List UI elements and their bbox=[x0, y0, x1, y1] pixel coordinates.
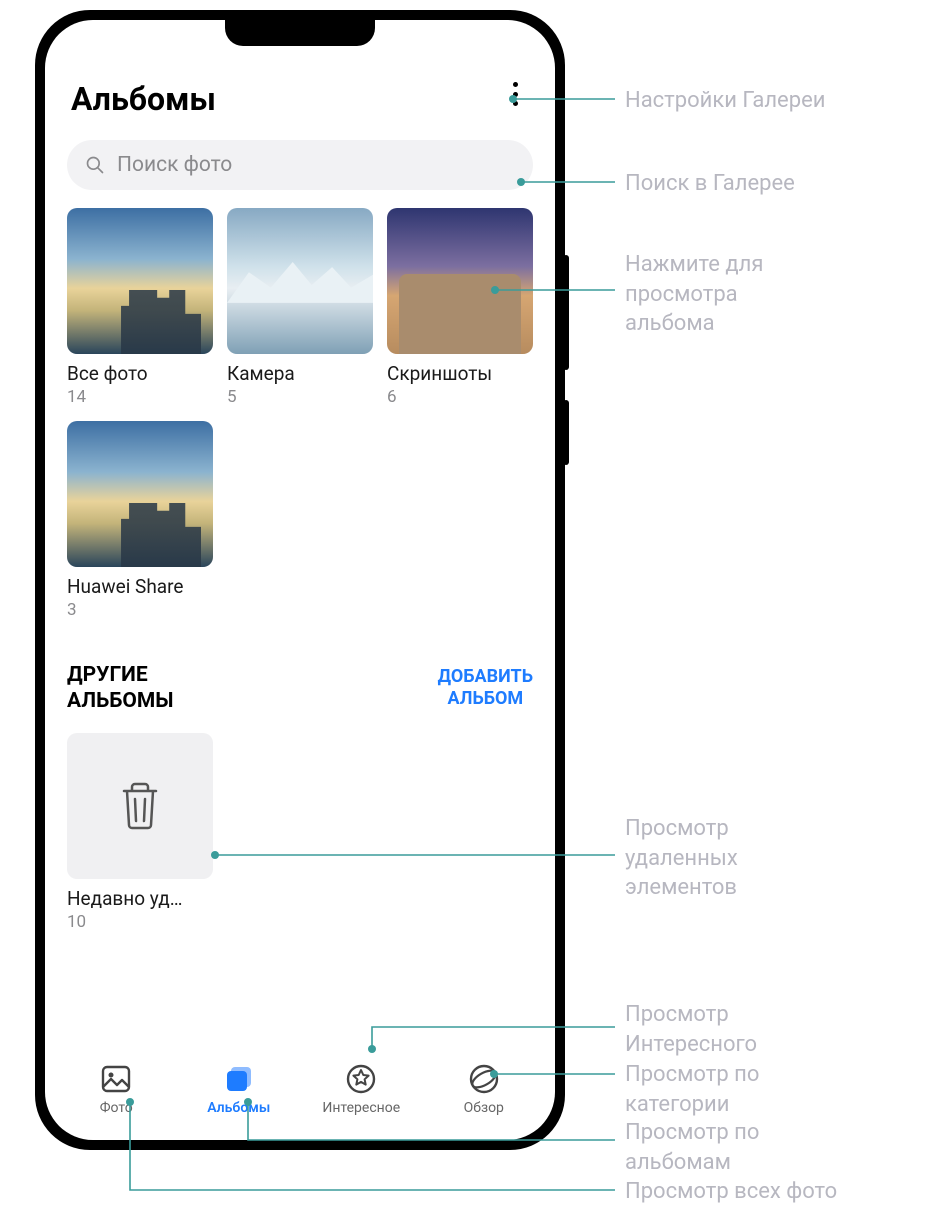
volume-button bbox=[563, 255, 569, 370]
album-item[interactable]: Скриншоты 6 bbox=[387, 208, 533, 407]
nav-label: Интересное bbox=[322, 1100, 400, 1116]
trash-thumbnail bbox=[67, 733, 213, 879]
screen-content: Альбомы Поиск фото Все фото 14 bbox=[45, 20, 555, 1052]
photos-icon bbox=[99, 1062, 133, 1096]
trash-icon bbox=[118, 781, 162, 831]
albums-icon bbox=[222, 1062, 256, 1096]
discover-icon bbox=[467, 1062, 501, 1096]
callout-categories: Просмотр по категории bbox=[625, 1060, 759, 1119]
more-menu-icon[interactable] bbox=[501, 80, 529, 108]
album-count: 3 bbox=[67, 600, 213, 620]
phone-frame: Альбомы Поиск фото Все фото 14 bbox=[35, 10, 565, 1150]
nav-label: Фото bbox=[100, 1100, 133, 1116]
album-name: Скриншоты bbox=[387, 362, 533, 385]
album-item[interactable]: Huawei Share 3 bbox=[67, 421, 213, 620]
album-count: 5 bbox=[227, 387, 373, 407]
album-count: 14 bbox=[67, 387, 213, 407]
album-count: 6 bbox=[387, 387, 533, 407]
other-albums-title: ДРУГИЕ АЛЬБОМЫ bbox=[67, 662, 174, 715]
page-title: Альбомы bbox=[71, 80, 216, 118]
album-grid: Все фото 14 Камера 5 Скриншоты 6 Huawei … bbox=[67, 208, 533, 620]
callout-trash: Просмотр удаленных элементов bbox=[625, 814, 738, 903]
album-thumbnail bbox=[387, 208, 533, 354]
other-albums-grid: Недавно уд… 10 bbox=[67, 733, 533, 932]
callout-all-photos: Просмотр всех фото bbox=[625, 1177, 837, 1207]
nav-albums[interactable]: Альбомы bbox=[194, 1062, 284, 1116]
callout-moments: Просмотр Интересного bbox=[625, 1000, 757, 1059]
notch bbox=[225, 20, 375, 46]
album-thumbnail bbox=[67, 208, 213, 354]
nav-photos[interactable]: Фото bbox=[71, 1062, 161, 1116]
album-item[interactable]: Камера 5 bbox=[227, 208, 373, 407]
power-button bbox=[563, 400, 569, 465]
other-albums-header: ДРУГИЕ АЛЬБОМЫ ДОБАВИТЬ АЛЬБОМ bbox=[67, 662, 533, 715]
search-icon bbox=[85, 155, 105, 175]
callout-settings: Настройки Галереи bbox=[625, 86, 825, 116]
album-name: Все фото bbox=[67, 362, 213, 385]
album-count: 10 bbox=[67, 912, 213, 932]
album-name: Камера bbox=[227, 362, 373, 385]
search-placeholder: Поиск фото bbox=[117, 153, 232, 177]
search-input[interactable]: Поиск фото bbox=[67, 140, 533, 190]
nav-label: Обзор bbox=[464, 1100, 504, 1116]
callout-by-albums: Просмотр по альбомам bbox=[625, 1118, 759, 1177]
add-album-button[interactable]: ДОБАВИТЬ АЛЬБОМ bbox=[438, 666, 533, 711]
callout-search: Поиск в Галерее bbox=[625, 169, 795, 199]
album-thumbnail bbox=[67, 421, 213, 567]
nav-label: Альбомы bbox=[207, 1100, 270, 1116]
bottom-nav: Фото Альбомы Интересное bbox=[45, 1052, 555, 1140]
nav-discover[interactable]: Обзор bbox=[439, 1062, 529, 1116]
album-name: Huawei Share bbox=[67, 575, 213, 598]
album-name: Недавно уд… bbox=[67, 887, 213, 910]
nav-moments[interactable]: Интересное bbox=[316, 1062, 406, 1116]
callout-album-tap: Нажмите для просмотра альбома bbox=[625, 250, 763, 339]
recently-deleted-album[interactable]: Недавно уд… 10 bbox=[67, 733, 213, 932]
album-item[interactable]: Все фото 14 bbox=[67, 208, 213, 407]
header: Альбомы bbox=[67, 62, 533, 140]
album-thumbnail bbox=[227, 208, 373, 354]
phone-screen: Альбомы Поиск фото Все фото 14 bbox=[45, 20, 555, 1140]
moments-icon bbox=[344, 1062, 378, 1096]
